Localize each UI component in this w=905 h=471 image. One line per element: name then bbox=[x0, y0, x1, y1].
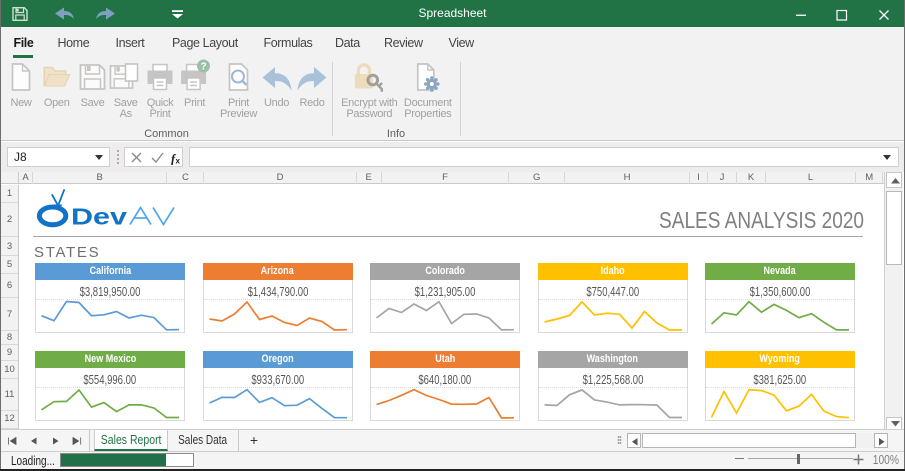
svg-text:?: ? bbox=[200, 62, 206, 73]
svg-text:Dev: Dev bbox=[71, 203, 128, 230]
svg-text:x: x bbox=[176, 157, 181, 166]
